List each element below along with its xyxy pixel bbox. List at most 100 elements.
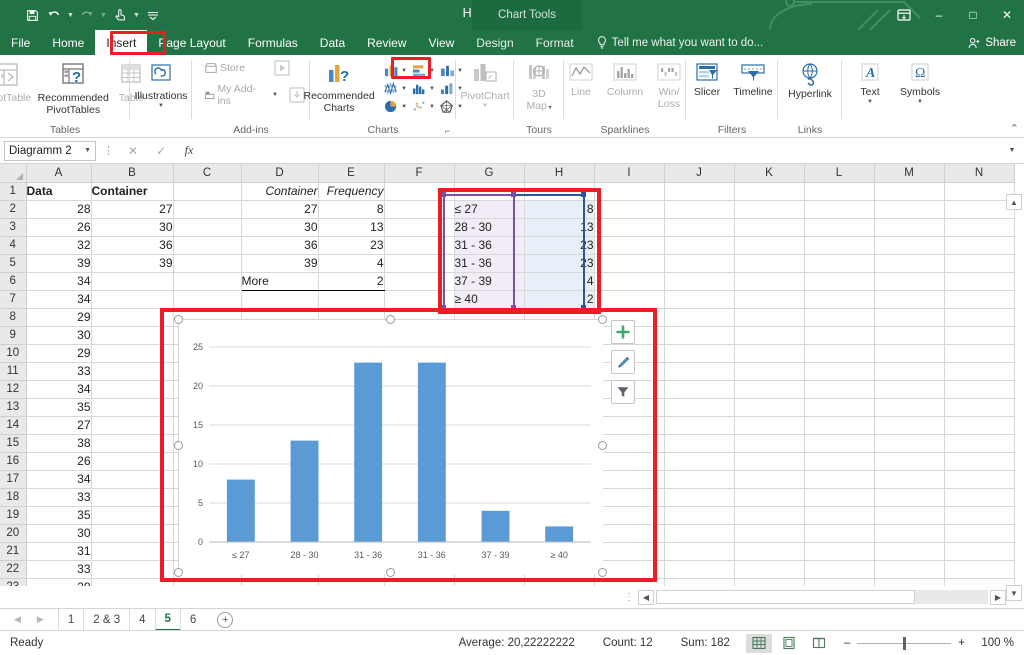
cell-B7[interactable] — [91, 290, 173, 308]
touch-mode-dropdown-icon[interactable]: ▼ — [132, 12, 141, 19]
cell-B21[interactable] — [91, 542, 173, 560]
cell-N13[interactable] — [944, 398, 1014, 416]
cell-J3[interactable] — [664, 218, 734, 236]
cell-C3[interactable] — [173, 218, 241, 236]
cell-N19[interactable] — [944, 506, 1014, 524]
cell-A4[interactable]: 32 — [26, 236, 91, 254]
cell-L7[interactable] — [804, 290, 874, 308]
cell-L21[interactable] — [804, 542, 874, 560]
cell-N18[interactable] — [944, 488, 1014, 506]
chart-resize-handle-e[interactable] — [598, 441, 607, 450]
scroll-up-button[interactable]: ▲ — [1006, 194, 1022, 210]
cell-N16[interactable] — [944, 452, 1014, 470]
cell-M11[interactable] — [874, 362, 944, 380]
cell-K17[interactable] — [734, 470, 804, 488]
column-header-J[interactable]: J — [664, 164, 734, 182]
cell-B11[interactable] — [91, 362, 173, 380]
row-header-11[interactable]: 11 — [0, 362, 26, 380]
cell-L19[interactable] — [804, 506, 874, 524]
cell-E3[interactable]: 13 — [318, 218, 384, 236]
cell-L2[interactable] — [804, 200, 874, 218]
cell-L17[interactable] — [804, 470, 874, 488]
cell-L9[interactable] — [804, 326, 874, 344]
scroll-split-grip[interactable]: ⋮ — [620, 592, 638, 603]
normal-view-button[interactable] — [746, 634, 772, 653]
cell-G5[interactable]: 31 - 36 — [454, 254, 524, 272]
column-header-E[interactable]: E — [318, 164, 384, 182]
chart-side-buttons[interactable] — [611, 320, 635, 404]
cell-B12[interactable] — [91, 380, 173, 398]
recommended-charts-button[interactable]: ? Recommended Charts — [302, 59, 376, 114]
cell-E7[interactable] — [318, 290, 384, 308]
cell-M13[interactable] — [874, 398, 944, 416]
cell-B4[interactable]: 36 — [91, 236, 173, 254]
cell-A22[interactable]: 33 — [26, 560, 91, 578]
horizontal-scrollbar-thumb[interactable] — [656, 590, 915, 604]
insert-pie-chart-button[interactable]: ▼ — [382, 98, 408, 115]
bar-chart-dropdown-icon[interactable]: ▼ — [429, 68, 435, 74]
cell-H2[interactable]: 8 — [524, 200, 594, 218]
cell-L4[interactable] — [804, 236, 874, 254]
formula-input[interactable] — [205, 141, 1000, 161]
symbols-button[interactable]: Ω Symbols ▼ — [894, 59, 946, 105]
row-header-22[interactable]: 22 — [0, 560, 26, 578]
confirm-entry-button[interactable]: ✓ — [149, 141, 173, 161]
sheet-tab-4[interactable]: 4 — [129, 609, 154, 631]
touch-mouse-mode-icon[interactable] — [110, 4, 130, 26]
cell-J20[interactable] — [664, 524, 734, 542]
column-header-I[interactable]: I — [594, 164, 664, 182]
cell-F3[interactable] — [384, 218, 454, 236]
cell-A12[interactable]: 34 — [26, 380, 91, 398]
cell-B1[interactable]: Container — [91, 182, 173, 200]
row-header-14[interactable]: 14 — [0, 416, 26, 434]
sparkline-winloss-button[interactable]: Win/ Loss — [650, 59, 688, 110]
undo-dropdown-icon[interactable]: ▼ — [66, 12, 75, 19]
cell-A8[interactable]: 29 — [26, 308, 91, 326]
column-header-K[interactable]: K — [734, 164, 804, 182]
cell-M8[interactable] — [874, 308, 944, 326]
cell-A16[interactable]: 26 — [26, 452, 91, 470]
chart-type-gallery[interactable]: ▼ ▼ ▼ ▼ ▼ — [382, 59, 464, 115]
insert-function-button[interactable]: fx — [177, 141, 201, 161]
cell-M6[interactable] — [874, 272, 944, 290]
cell-D3[interactable]: 30 — [241, 218, 318, 236]
cell-G1[interactable] — [454, 182, 524, 200]
column-header-M[interactable]: M — [874, 164, 944, 182]
cell-B5[interactable]: 39 — [91, 254, 173, 272]
redo-icon[interactable] — [77, 4, 97, 26]
cell-B2[interactable]: 27 — [91, 200, 173, 218]
cell-B15[interactable] — [91, 434, 173, 452]
row-header-6[interactable]: 6 — [0, 272, 26, 290]
cell-B22[interactable] — [91, 560, 173, 578]
cell-J7[interactable] — [664, 290, 734, 308]
cell-G2[interactable]: ≤ 27 — [454, 200, 524, 218]
tell-me-box[interactable]: Tell me what you want to do... — [597, 30, 764, 55]
cell-L18[interactable] — [804, 488, 874, 506]
sheet-tab-6[interactable]: 6 — [180, 609, 205, 631]
row-header-4[interactable]: 4 — [0, 236, 26, 254]
cell-I16[interactable] — [594, 452, 664, 470]
cell-A10[interactable]: 29 — [26, 344, 91, 362]
statistic-chart-dropdown-icon[interactable]: ▼ — [401, 86, 407, 92]
column-header-L[interactable]: L — [804, 164, 874, 182]
cell-B18[interactable] — [91, 488, 173, 506]
cell-N21[interactable] — [944, 542, 1014, 560]
cell-C2[interactable] — [173, 200, 241, 218]
timeline-button[interactable]: Timeline — [729, 59, 777, 99]
add-sheet-button[interactable]: + — [217, 612, 233, 628]
cell-N3[interactable] — [944, 218, 1014, 236]
column-header-G[interactable]: G — [454, 164, 524, 182]
cell-B13[interactable] — [91, 398, 173, 416]
cell-L12[interactable] — [804, 380, 874, 398]
page-layout-view-button[interactable] — [776, 634, 802, 653]
cell-A20[interactable]: 30 — [26, 524, 91, 542]
tab-home[interactable]: Home — [41, 30, 95, 55]
hyperlink-button[interactable]: Hyperlink — [782, 59, 838, 101]
tab-insert[interactable]: Insert — [95, 30, 147, 55]
row-header-10[interactable]: 10 — [0, 344, 26, 362]
cell-A13[interactable]: 35 — [26, 398, 91, 416]
my-addins-button[interactable]: My Add-ins — [202, 82, 262, 108]
cell-L22[interactable] — [804, 560, 874, 578]
cell-A14[interactable]: 27 — [26, 416, 91, 434]
cell-N17[interactable] — [944, 470, 1014, 488]
